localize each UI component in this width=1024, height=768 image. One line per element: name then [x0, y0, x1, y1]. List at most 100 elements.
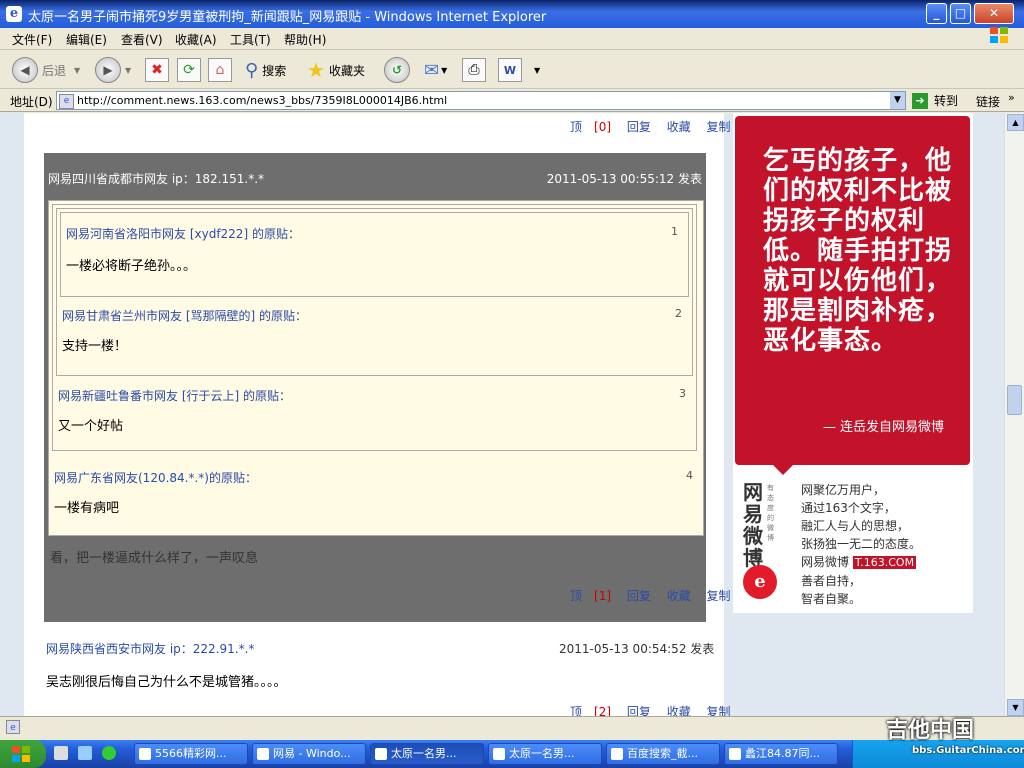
task-icon	[611, 748, 623, 760]
quote-number: 2	[675, 307, 682, 320]
quote-author[interactable]: 网易河南省洛阳市网友 [xydf222] 的原贴：	[66, 225, 300, 242]
favorites-button[interactable]: ★ 收藏夹	[307, 57, 365, 83]
reply-body: 看，把一楼逼成什么样了，一声叹息	[50, 551, 259, 566]
post-author: 网易陕西省西安市网友 ip：222.91.*.*	[46, 642, 255, 656]
menu-edit[interactable]: 编辑(E)	[66, 31, 107, 48]
menu-help[interactable]: 帮助(H)	[284, 31, 326, 48]
quote-number: 3	[679, 387, 686, 400]
reply-post: 网易四川省成都市网友 ip：182.151.*.* 2011-05-13 00:…	[44, 153, 731, 622]
links-button[interactable]: 链接	[976, 93, 1000, 110]
fav-button[interactable]: 收藏	[667, 120, 691, 134]
taskbar: 5566精彩网... 网易 - Windo... 太原一名男... 太原一名男.…	[0, 740, 1024, 768]
page-content: 顶 [0] 回复 收藏 复制 网易四川省成都市网友 ip：182.151.*.* …	[0, 113, 1004, 716]
chevron-right-icon[interactable]: »	[1008, 91, 1015, 104]
quicklaunch-chat-icon[interactable]	[102, 746, 116, 760]
history-button[interactable]: ↺	[384, 57, 410, 83]
mail-button[interactable]: ✉ ▼	[424, 57, 447, 83]
chevron-down-icon[interactable]: ▼	[890, 92, 905, 109]
chevron-down-icon: ▼	[125, 65, 132, 75]
refresh-icon: ⟳	[177, 58, 201, 82]
up-button[interactable]: 顶 [1]	[558, 589, 611, 603]
windows-flag-icon	[988, 24, 1010, 46]
copy-button[interactable]: 复制	[707, 589, 731, 603]
quote-text: 又一个好帖	[58, 419, 124, 434]
go-arrow-icon: ➜	[912, 92, 928, 109]
go-button[interactable]: ➜ 转到	[912, 92, 958, 109]
ad-quote-panel[interactable]: 乞丐的孩子，他们的权利不比被拐孩子的权利低。随手拍打拐就可以伤他们，那是割肉补疮…	[735, 116, 970, 465]
window-title: 太原一名男子闹市捅死9岁男童被刑拘_新闻跟贴_网易跟贴 - Windows In…	[28, 10, 547, 25]
watermark: 吉他中国	[886, 718, 975, 743]
task-button[interactable]: 百度搜索_截...	[606, 743, 720, 765]
scroll-down-button[interactable]: ▼	[1007, 699, 1024, 716]
task-button[interactable]: 太原一名男...	[488, 743, 602, 765]
up-button[interactable]: 顶 [0]	[558, 120, 611, 134]
menu-file[interactable]: 文件(F)	[12, 31, 52, 48]
ad-brand-line: 网易微博 T.163.COM	[801, 555, 917, 569]
copy-button[interactable]: 复制	[707, 705, 731, 716]
reply-button[interactable]: 回复	[627, 120, 651, 134]
title-bar: e 太原一名男子闹市捅死9岁男童被刑拘_新闻跟贴_网易跟贴 - Windows …	[0, 0, 1024, 28]
home-button[interactable]: ⌂	[208, 57, 232, 83]
mail-icon: ✉	[424, 59, 440, 81]
windows-logo-icon	[12, 746, 30, 762]
quicklaunch-icon[interactable]	[54, 746, 68, 760]
fav-button[interactable]: 收藏	[667, 589, 691, 603]
star-icon: ★	[307, 58, 325, 82]
ad-line: 善者自持，	[801, 574, 862, 588]
post-actions-top: 顶 [0] 回复 收藏 复制	[558, 118, 731, 135]
home-icon: ⌂	[208, 58, 232, 82]
task-button[interactable]: 太原一名男...	[370, 743, 484, 765]
address-url: http://comment.news.163.com/news3_bbs/73…	[77, 94, 448, 107]
stop-icon: ✖	[145, 58, 169, 82]
minimize-button[interactable]: _	[926, 3, 947, 24]
menu-tools[interactable]: 工具(T)	[230, 31, 271, 48]
forward-button[interactable]: ▶ ▼	[95, 57, 131, 83]
edit-button[interactable]: W ▼	[498, 57, 540, 83]
back-button[interactable]: ◀ 后退 ▼	[12, 57, 80, 83]
search-button[interactable]: ⚲ 搜索	[245, 57, 286, 83]
task-button[interactable]: 5566精彩网...	[134, 743, 248, 765]
ad-pointer	[773, 465, 793, 475]
ad-line: 网聚亿万用户，	[801, 483, 886, 497]
stop-button[interactable]: ✖	[145, 57, 169, 83]
ad-line: 通过163个文字，	[801, 501, 896, 515]
menu-view[interactable]: 查看(V)	[121, 31, 163, 48]
quote-box-2: 网易河南省洛阳市网友 [xydf222] 的原贴： 1 一楼必将断子绝孙。。。 …	[56, 208, 693, 376]
weibo-ad[interactable]: 乞丐的孩子，他们的权利不比被拐孩子的权利低。随手拍打拐就可以伤他们，那是割肉补疮…	[733, 113, 973, 613]
reply-author: 网易四川省成都市网友 ip：182.151.*.*	[48, 172, 265, 186]
quote-box-4: 网易河南省洛阳市网友 [xydf222] 的原贴： 1 一楼必将断子绝孙。。。 …	[48, 200, 704, 536]
refresh-button[interactable]: ⟳	[177, 57, 201, 83]
task-button[interactable]: 网易 - Windo...	[252, 743, 366, 765]
vertical-scrollbar[interactable]: ▲ ▼	[1004, 113, 1024, 716]
print-button[interactable]: ⎙	[462, 57, 486, 83]
scroll-thumb[interactable]	[1007, 385, 1022, 415]
post-time: 2011-05-13 00:54:52 发表	[559, 642, 715, 656]
address-input[interactable]: e http://comment.news.163.com/news3_bbs/…	[56, 91, 906, 110]
quote-author[interactable]: 网易新疆吐鲁番市网友 [行于云上] 的原贴：	[58, 387, 291, 404]
task-icon	[493, 748, 505, 760]
address-bar: 地址(D) e http://comment.news.163.com/news…	[0, 90, 1024, 112]
scroll-up-button[interactable]: ▲	[1007, 114, 1024, 131]
ad-signature: — 连岳发自网易微博	[822, 420, 944, 435]
menu-favorites[interactable]: 收藏(A)	[175, 31, 217, 48]
status-page-icon: e	[6, 720, 20, 734]
start-button[interactable]	[0, 740, 46, 768]
chevron-down-icon: ▼	[74, 65, 81, 75]
ad-brand-tag[interactable]: T.163.COM	[852, 556, 917, 569]
quote-author[interactable]: 网易广东省网友(120.84.*.*)的原贴：	[54, 469, 257, 486]
close-button[interactable]: ✕	[974, 3, 1014, 24]
reply-button[interactable]: 回复	[627, 589, 651, 603]
weibo-logo-tagline: 有态度的微博	[767, 484, 774, 542]
ad-text: 网聚亿万用户， 通过163个文字， 融汇人与人的思想， 张扬独一无二的态度。 网…	[801, 481, 921, 608]
quote-author[interactable]: 网易甘肃省兰州市网友 [骂那隔壁的] 的原贴：	[62, 307, 307, 324]
ie-icon: e	[6, 6, 22, 22]
fav-button[interactable]: 收藏	[667, 705, 691, 716]
up-button[interactable]: 顶 [2]	[558, 705, 611, 716]
copy-button[interactable]: 复制	[707, 120, 731, 134]
reply-button[interactable]: 回复	[627, 705, 651, 716]
quicklaunch-ie-icon[interactable]	[78, 746, 92, 760]
weibo-logo: 网易微博	[743, 480, 763, 570]
maximize-button[interactable]: □	[950, 3, 971, 24]
menu-bar: 文件(F) 编辑(E) 查看(V) 收藏(A) 工具(T) 帮助(H)	[0, 28, 1024, 50]
task-button[interactable]: 蠡江84.87同...	[724, 743, 838, 765]
